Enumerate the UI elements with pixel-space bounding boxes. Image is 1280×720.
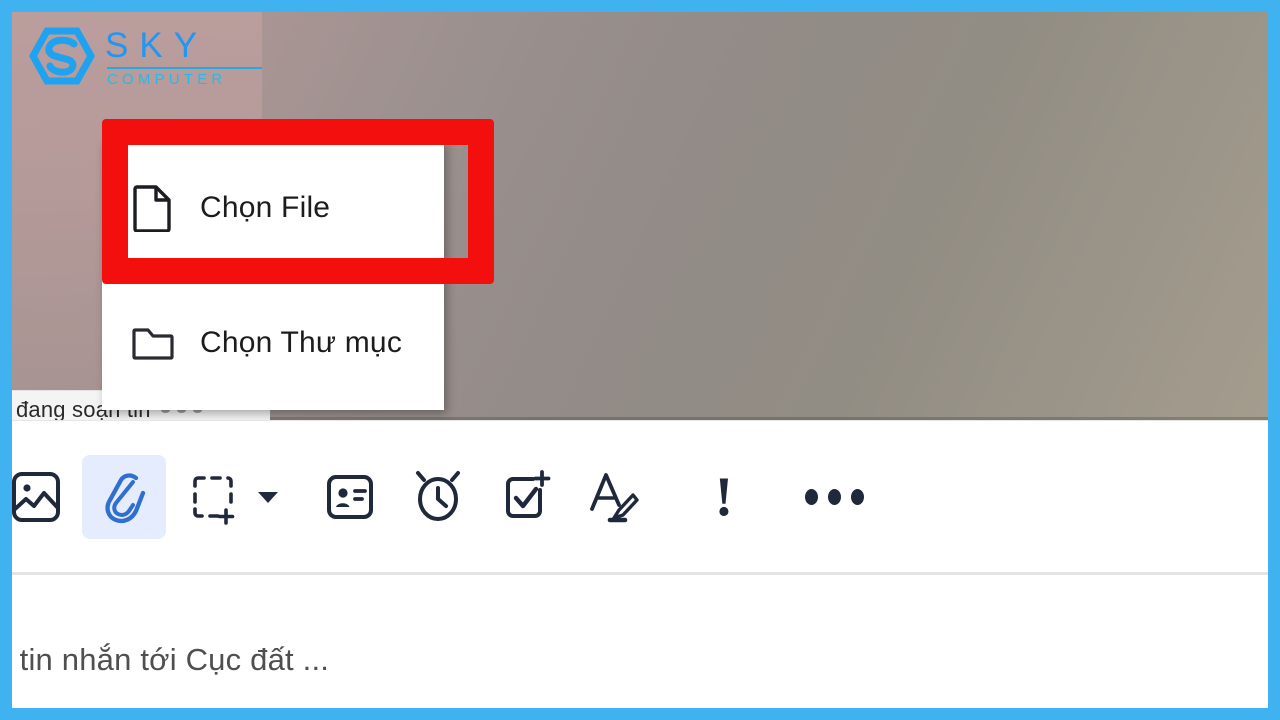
more-options-icon[interactable] (792, 455, 876, 539)
message-preview-row: , tin nhắn tới Cục đất ... (12, 612, 1268, 708)
alarm-clock-icon[interactable] (396, 455, 480, 539)
more-dots-glyph (804, 488, 864, 505)
toolbar-divider (12, 572, 1268, 575)
menu-item-choose-file[interactable]: Chọn File (102, 140, 444, 275)
text-format-icon[interactable] (572, 455, 656, 539)
task-check-icon[interactable] (484, 455, 568, 539)
compose-toolbar: ! (12, 420, 1268, 572)
screenshot-frame: đang soạn tin Chọn File Chọn Thư mục SKY… (0, 0, 1280, 720)
app-window: đang soạn tin Chọn File Chọn Thư mục SKY… (12, 12, 1268, 708)
folder-icon (130, 317, 176, 369)
menu-item-choose-folder-label: Chọn Thư mục (200, 325, 403, 359)
screenshot-icon[interactable] (170, 455, 254, 539)
menu-item-choose-folder[interactable]: Chọn Thư mục (102, 275, 444, 410)
paperclip-icon[interactable] (82, 454, 166, 539)
image-icon[interactable] (12, 455, 78, 539)
priority-icon[interactable]: ! (682, 455, 766, 539)
file-document-icon (130, 182, 176, 234)
menu-item-choose-file-label: Chọn File (200, 190, 331, 224)
chevron-down-icon[interactable] (256, 455, 282, 539)
attach-menu[interactable]: Chọn File Chọn Thư mục (102, 140, 444, 410)
message-preview-text: , tin nhắn tới Cục đất ... (12, 642, 330, 677)
contact-card-icon[interactable] (308, 455, 392, 539)
priority-exclamation-glyph: ! (714, 465, 734, 528)
